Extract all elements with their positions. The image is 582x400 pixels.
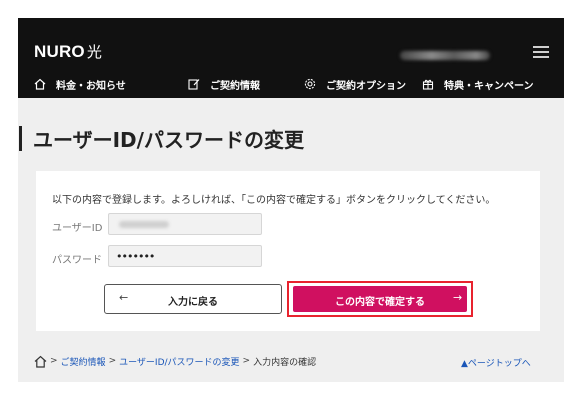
page-top-link[interactable]: ▲ページトップへ [461, 356, 531, 369]
back-button-label: 入力に戻る [168, 297, 218, 308]
arrow-right-icon: → [453, 291, 463, 304]
nav-item-billing[interactable]: 料金・お知らせ [34, 70, 126, 98]
gear-icon [304, 78, 316, 90]
logo-kanji: 光 [86, 43, 103, 61]
breadcrumb: > ご契約情報 > ユーザーID/パスワードの変更 > 入力内容の確認 [34, 353, 316, 369]
nav-item-label: ご契約情報 [210, 80, 260, 92]
global-nav: 料金・お知らせ ご契約情報 ご契約オプション 特典・キャンペーン [18, 70, 564, 98]
nav-item-contract[interactable]: ご契約情報 [188, 70, 260, 98]
nav-item-options[interactable]: ご契約オプション [304, 70, 406, 98]
title-accent-bar [19, 126, 22, 151]
confirm-button-label: この内容で確定する [335, 297, 425, 308]
back-to-input-button[interactable]: ← 入力に戻る [104, 284, 282, 314]
password-value: ••••••• [108, 245, 262, 267]
hamburger-menu-icon[interactable] [533, 46, 549, 58]
logo-text: NURO [34, 42, 85, 61]
confirmation-message: 以下の内容で登録します。よろしければ、「この内容で確定する」ボタンをクリックして… [52, 195, 496, 206]
nav-item-campaign[interactable]: 特典・キャンペーン [422, 70, 534, 98]
user-id-label: ユーザーID [52, 223, 103, 234]
breadcrumb-item-id-password[interactable]: ユーザーID/パスワードの変更 [119, 355, 239, 368]
nav-item-label: 料金・お知らせ [56, 80, 126, 92]
edit-icon [188, 79, 200, 90]
user-id-value [108, 213, 262, 235]
home-icon[interactable] [34, 355, 47, 368]
breadcrumb-item-contract[interactable]: ご契約情報 [61, 355, 106, 368]
blurred-user-id [119, 221, 169, 228]
nav-item-label: ご契約オプション [326, 80, 406, 92]
password-label: パスワード [52, 255, 102, 266]
gift-icon [422, 79, 434, 90]
breadcrumb-item-current: 入力内容の確認 [253, 357, 317, 368]
nuro-logo[interactable]: NURO 光 [34, 41, 102, 62]
breadcrumb-separator: > [50, 356, 58, 366]
home-icon [34, 78, 46, 90]
nav-item-label: 特典・キャンペーン [444, 80, 534, 92]
password-mask: ••••••• [116, 250, 155, 263]
page-title: ユーザーID/パスワードの変更 [33, 128, 304, 152]
breadcrumb-separator: > [242, 356, 251, 366]
breadcrumb-separator: > [108, 356, 117, 366]
top-strip [0, 0, 582, 18]
confirm-button[interactable]: この内容で確定する → [293, 286, 467, 312]
blurred-account-name [400, 51, 490, 60]
